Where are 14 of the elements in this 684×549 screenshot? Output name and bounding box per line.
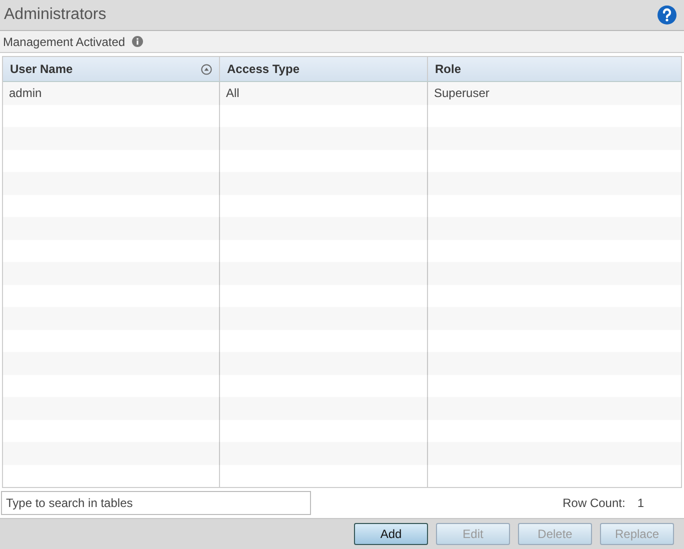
status-label: Management Activated (3, 34, 126, 48)
table-cell-text: Superuser (433, 85, 490, 102)
search-field[interactable]: Type to search in tables (1, 491, 311, 515)
action-button[interactable]: Add (354, 523, 428, 545)
help-icon[interactable] (657, 5, 677, 25)
column-header[interactable]: Access Type (220, 57, 428, 81)
info-icon (132, 36, 144, 47)
row-count-label: Row Count: (562, 496, 626, 510)
table-cell-text: All (225, 85, 240, 102)
column-header[interactable]: User Name (3, 57, 220, 81)
column-header[interactable]: Role (428, 57, 681, 81)
window-title: Administrators (4, 6, 106, 24)
table-cell-text: admin (8, 85, 43, 102)
row-count-value: 1 (637, 496, 644, 510)
